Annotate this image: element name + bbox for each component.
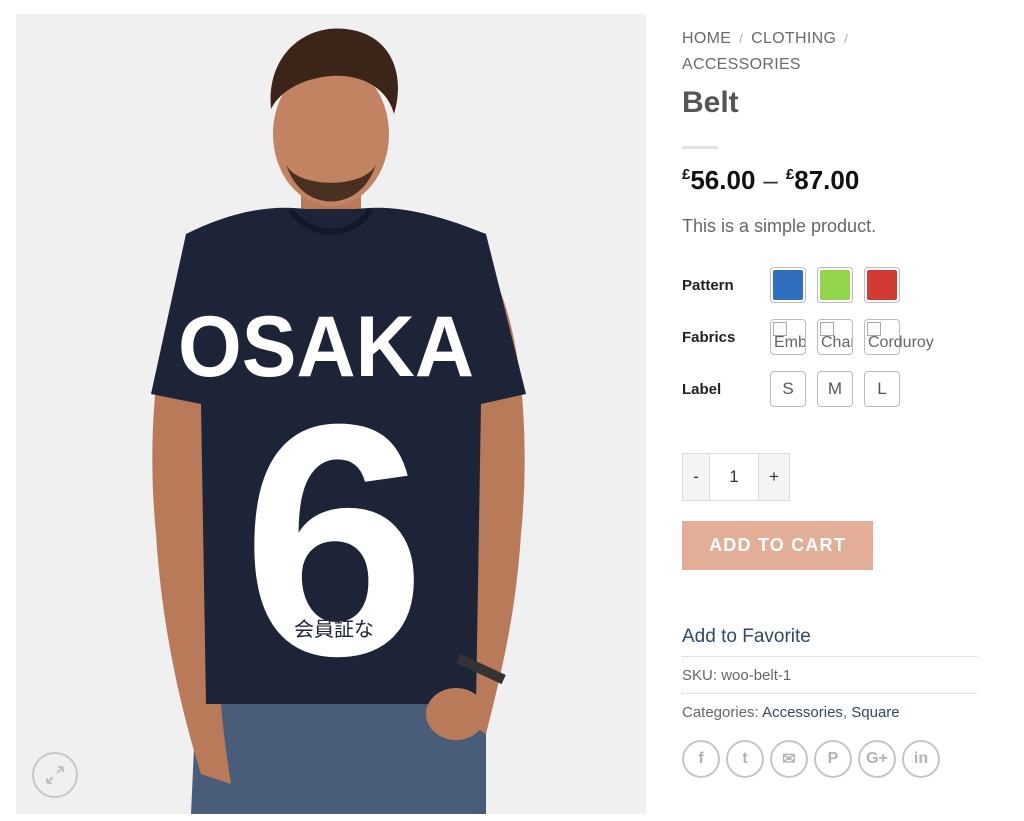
category-link-square[interactable]: Square	[851, 704, 899, 721]
categories-label: Categories:	[682, 704, 759, 721]
broken-image-icon	[773, 322, 787, 336]
broken-image-icon	[867, 322, 881, 336]
expand-icon	[46, 766, 64, 784]
attr-fabrics: Fabrics Embo Cham Corduroy	[682, 311, 982, 363]
swatch-color	[820, 270, 850, 300]
quantity-input[interactable]: 1	[710, 453, 758, 501]
label-swatch-m[interactable]: M	[817, 371, 853, 407]
breadcrumb-separator: /	[844, 31, 849, 46]
product-image[interactable]: OSAKA 6 会員証な	[16, 14, 646, 814]
facebook-icon[interactable]: f	[682, 740, 720, 778]
price-low: 56.00	[690, 165, 756, 195]
broken-image-icon	[820, 322, 834, 336]
linkedin-icon[interactable]: in	[902, 740, 940, 778]
fabric-swatch-embo[interactable]: Embo	[770, 319, 806, 355]
sku-label: SKU:	[682, 667, 718, 684]
product-summary: HOME / CLOTHING / ACCESSORIES Belt £56.00– £…	[682, 26, 982, 778]
breadcrumb-home[interactable]: HOME	[682, 30, 731, 47]
price-dash: –	[763, 165, 778, 195]
title-divider	[682, 146, 718, 149]
categories-row: Categories: Accessories, Square	[682, 694, 978, 730]
category-separator: ,	[842, 704, 848, 721]
zoom-button[interactable]	[32, 752, 78, 798]
short-description: This is a simple product.	[682, 216, 877, 236]
google-plus-icon[interactable]: G+	[858, 740, 896, 778]
pattern-swatch-green[interactable]	[817, 267, 853, 303]
attr-pattern: Pattern	[682, 259, 982, 311]
breadcrumb-accessories[interactable]: ACCESSORIES	[682, 56, 801, 73]
currency-symbol: £	[785, 166, 795, 183]
fabric-swatch-cham[interactable]: Cham	[817, 319, 853, 355]
shirt-number-text: 6	[242, 355, 426, 724]
pinterest-icon[interactable]: P	[814, 740, 852, 778]
sku-value: woo-belt-1	[721, 667, 792, 684]
attr-pattern-label: Pattern	[682, 276, 734, 294]
add-to-favorite-link[interactable]: Add to Favorite	[682, 626, 978, 657]
product-title: Belt	[682, 86, 739, 119]
social-share: f t ✉ P G+ in	[682, 740, 982, 778]
fabric-alt-text: Corduroy	[868, 334, 934, 351]
label-swatch-s[interactable]: S	[770, 371, 806, 407]
swatch-color	[867, 270, 897, 300]
sku-row: SKU: woo-belt-1	[682, 657, 978, 694]
twitter-icon[interactable]: t	[726, 740, 764, 778]
shirt-kanji-text: 会員証な	[294, 617, 374, 641]
category-link-accessories[interactable]: Accessories	[762, 704, 843, 721]
label-swatch-l[interactable]: L	[864, 371, 900, 407]
variations: Pattern Fabrics Embo Cham Corduroy Label…	[682, 259, 982, 415]
product-meta: Add to Favorite SKU: woo-belt-1 Categori…	[682, 626, 978, 730]
quantity-minus-button[interactable]: -	[682, 453, 710, 501]
breadcrumb-separator: /	[739, 31, 744, 46]
fabric-alt-text: Embo	[774, 334, 805, 351]
product-photo: OSAKA 6 会員証な	[16, 14, 646, 814]
pattern-swatch-blue[interactable]	[770, 267, 806, 303]
add-to-cart-button[interactable]: ADD TO CART	[682, 521, 873, 570]
attr-label: Label S M L	[682, 363, 982, 415]
fabric-alt-text: Cham	[821, 334, 852, 351]
swatch-color	[773, 270, 803, 300]
quantity-plus-button[interactable]: +	[758, 453, 790, 501]
email-icon[interactable]: ✉	[770, 740, 808, 778]
attr-fabrics-label: Fabrics	[682, 328, 736, 346]
attr-label-label: Label	[682, 380, 722, 398]
breadcrumb: HOME / CLOTHING / ACCESSORIES	[682, 26, 982, 78]
fabric-swatch-corduroy[interactable]: Corduroy	[864, 319, 934, 355]
price-range: £56.00– £87.00	[682, 165, 982, 196]
price-high: 87.00	[794, 165, 860, 195]
pattern-swatch-red[interactable]	[864, 267, 900, 303]
breadcrumb-clothing[interactable]: CLOTHING	[751, 30, 836, 47]
quantity-stepper: - 1 +	[682, 453, 982, 501]
